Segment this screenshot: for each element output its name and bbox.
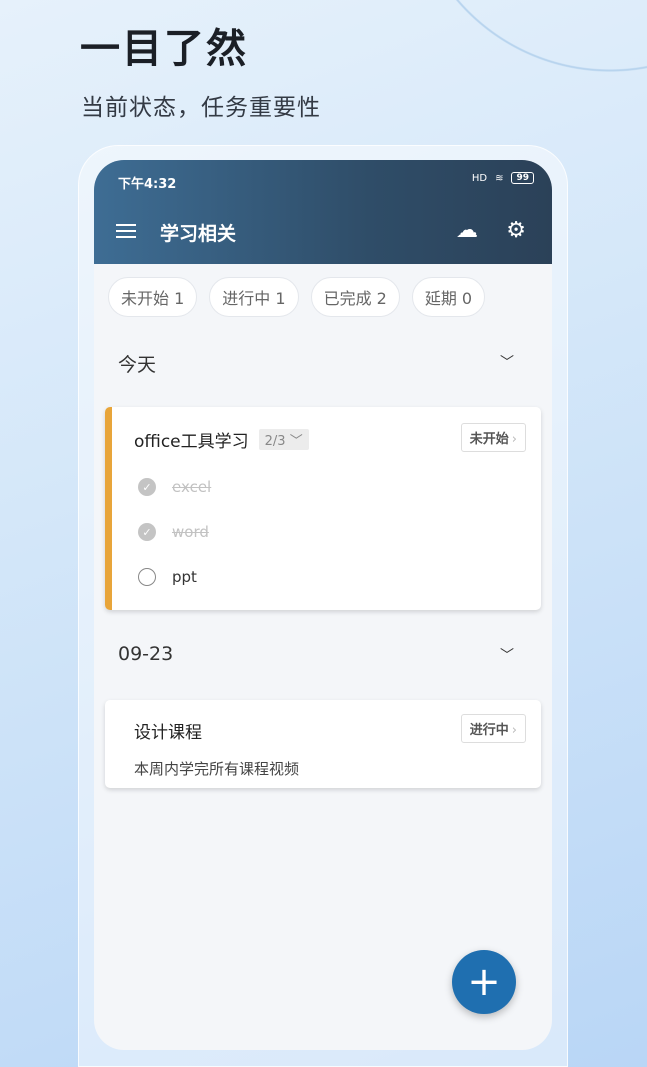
subtask-item[interactable]: ✓ excel	[138, 478, 211, 496]
chevron-right-icon: ›	[511, 432, 517, 447]
status-time: 下午4:32	[118, 177, 177, 192]
wifi-icon: ≋	[495, 172, 504, 184]
subtask-progress[interactable]: 2/3 ﹀	[258, 429, 309, 450]
checked-icon[interactable]: ✓	[138, 523, 156, 541]
app-header: 下午4:32 HD ≋ 99 学习相关 ☁ ⚙	[94, 160, 552, 264]
unchecked-circle-icon[interactable]	[138, 568, 156, 586]
task-title: office工具学习	[134, 432, 249, 452]
add-task-button[interactable]: +	[452, 950, 516, 1014]
gear-icon[interactable]: ⚙	[506, 218, 526, 243]
filter-delayed[interactable]: 延期 0	[411, 277, 486, 317]
battery-icon: 99	[511, 172, 534, 184]
status-button[interactable]: 未开始 ›	[460, 423, 526, 452]
section-header-today[interactable]: 今天	[118, 350, 156, 377]
filter-not-started[interactable]: 未开始 1	[108, 277, 198, 317]
menu-icon[interactable]	[116, 224, 136, 238]
task-title: 设计课程	[134, 723, 202, 743]
status-button[interactable]: 进行中 ›	[460, 714, 526, 743]
chevron-down-icon[interactable]: ﹀	[500, 352, 514, 372]
promo-title: 一目了然	[80, 26, 248, 72]
subtask-item[interactable]: ✓ word	[138, 523, 209, 541]
filter-in-progress[interactable]: 进行中 1	[209, 277, 299, 317]
chevron-down-icon[interactable]: ﹀	[500, 645, 514, 665]
subtask-item[interactable]: ppt	[138, 568, 197, 586]
task-description: 本周内学完所有课程视频	[134, 760, 300, 778]
page-title: 学习相关	[160, 223, 237, 245]
chevron-right-icon: ›	[511, 723, 517, 738]
status-icons: HD ≋ 99	[472, 172, 534, 184]
priority-bar	[105, 407, 112, 610]
task-card[interactable]: 设计课程 进行中 › 本周内学完所有课程视频	[105, 700, 541, 788]
filter-completed[interactable]: 已完成 2	[310, 277, 400, 317]
cloud-sync-icon[interactable]: ☁	[456, 218, 478, 243]
phone-screen: 下午4:32 HD ≋ 99 学习相关 ☁ ⚙ 未开始 1 进行中 1 已完成 …	[94, 160, 552, 1050]
promo-subtitle: 当前状态，任务重要性	[81, 95, 321, 121]
checked-icon[interactable]: ✓	[138, 478, 156, 496]
status-filters: 未开始 1 进行中 1 已完成 2 延期 0	[94, 264, 552, 317]
section-header-date[interactable]: 09-23	[118, 643, 173, 665]
signal-icon: HD	[471, 172, 488, 184]
task-card[interactable]: office工具学习 2/3 ﹀ 未开始 › ✓ excel ✓ word ppt	[105, 407, 541, 610]
